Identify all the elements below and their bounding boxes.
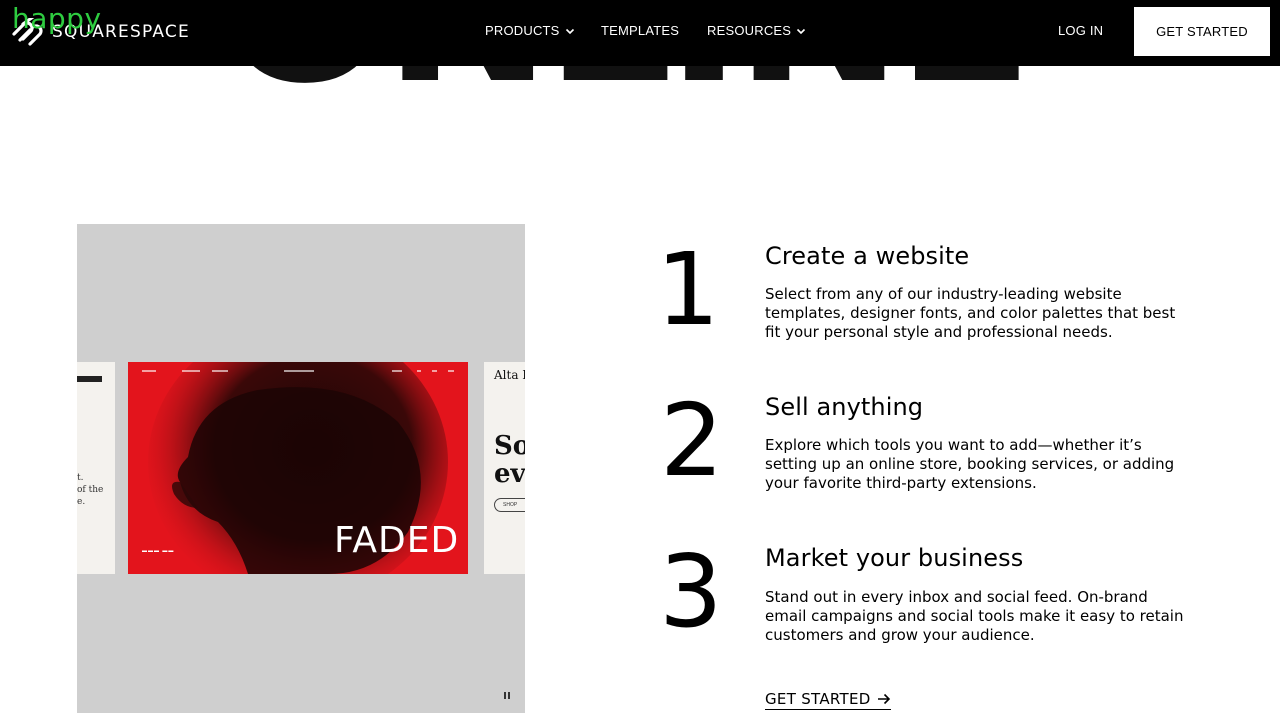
step-title: Market your business: [765, 544, 1024, 572]
nav-resources-label: RESOURCES: [707, 23, 792, 38]
step-number: 2: [660, 382, 724, 499]
get-started-link[interactable]: GET STARTED: [765, 690, 891, 710]
template-mini-nav: [142, 370, 454, 374]
nav-products[interactable]: PRODUCTS: [485, 23, 575, 38]
template-card-bar: [77, 376, 102, 382]
nav-resources[interactable]: RESOURCES: [707, 23, 806, 38]
nav-templates[interactable]: TEMPLATES: [601, 23, 679, 38]
template-caption: ▬▬▬ ▬▬: [142, 548, 175, 554]
get-started-link-label: GET STARTED: [765, 690, 871, 708]
step-title: Sell anything: [765, 393, 924, 421]
template-feature-title: FADED: [334, 520, 460, 561]
template-card-heading: Soa eve: [494, 431, 525, 489]
login-link[interactable]: LOG IN: [1058, 23, 1103, 38]
template-showcase: t. of the e. FADED ▬▬▬ ▬▬ Alta Lo Soa ev…: [77, 224, 525, 713]
watermark-text: happy: [12, 2, 102, 35]
pause-icon: [504, 691, 506, 699]
nav-templates-label: TEMPLATES: [601, 23, 680, 38]
top-nav: SQUARESPACE PRODUCTS TEMPLATES RESOURCES…: [0, 0, 1280, 66]
arrow-right-icon: [877, 693, 890, 705]
pause-button[interactable]: [500, 688, 514, 702]
login-label: LOG IN: [1058, 23, 1104, 38]
template-card-left[interactable]: t. of the e.: [77, 362, 115, 574]
template-card-snippet: t. of the e.: [77, 473, 104, 507]
step-number: 3: [659, 533, 723, 650]
step-description: Select from any of our industry-leading …: [765, 285, 1176, 341]
template-card-title: Alta Lo: [494, 368, 525, 382]
chevron-down-icon: [797, 28, 806, 34]
step-description: Stand out in every inbox and social feed…: [765, 588, 1184, 644]
template-card-right[interactable]: Alta Lo Soa eve SHOP: [484, 362, 525, 574]
template-card-featured[interactable]: FADED ▬▬▬ ▬▬: [128, 362, 468, 574]
nav-products-label: PRODUCTS: [485, 23, 560, 38]
step-number: 1: [656, 231, 720, 348]
chevron-down-icon: [565, 28, 574, 34]
get-started-button[interactable]: GET STARTED: [1134, 7, 1270, 56]
template-card-button: SHOP: [494, 498, 525, 512]
step-title: Create a website: [765, 242, 970, 270]
step-description: Explore which tools you want to add—whet…: [765, 436, 1175, 492]
